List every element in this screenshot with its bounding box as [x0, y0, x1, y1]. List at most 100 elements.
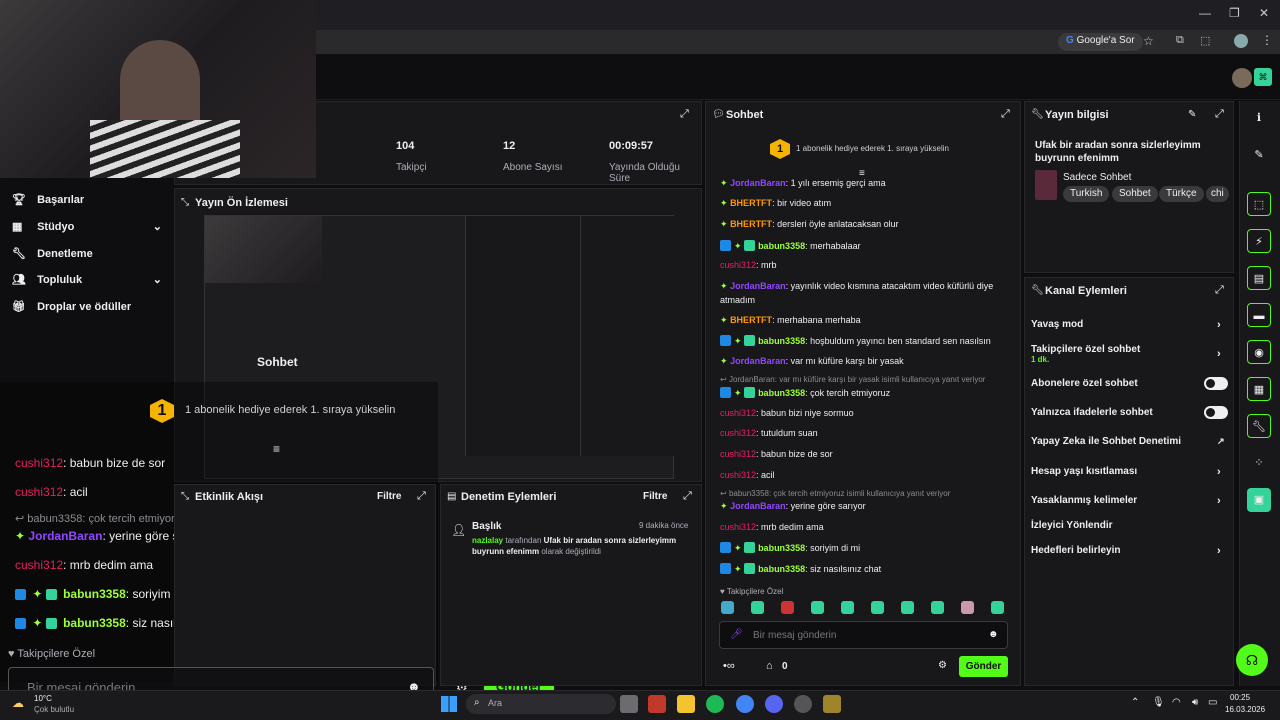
overlay-gift-banner[interactable]: 1 abonelik hediye ederek 1. sıraya yükse…: [185, 404, 395, 416]
file-explorer-icon[interactable]: [677, 695, 695, 713]
gift-banner[interactable]: 1 abonelik hediye ederek 1. sıraya yükse…: [796, 144, 949, 153]
chat-message: ✦ BHERTFT: dersleri öyle anlatacaksan ol…: [720, 219, 899, 229]
app-p-icon[interactable]: [648, 695, 666, 713]
sidebar-item-studio[interactable]: ▦ Stüdyo ⌄: [12, 220, 162, 233]
bookmark-star-icon[interactable]: ☆: [1143, 34, 1154, 48]
sidebar-item-drops[interactable]: 🎁︎ Droplar ve ödüller: [12, 300, 131, 313]
emote-icon[interactable]: [721, 601, 734, 614]
battery-icon[interactable]: ▭: [1208, 697, 1217, 708]
emote-icon[interactable]: [961, 601, 974, 614]
edit-pencil-icon[interactable]: ✎: [1247, 143, 1271, 167]
dots-icon[interactable]: ⁘: [1247, 451, 1271, 475]
moderation-filter-button[interactable]: Filtre: [643, 491, 667, 502]
followers-only-label: ♥ Takipçilere Özel: [720, 587, 784, 596]
menu-dots-icon[interactable]: ⋮: [1261, 33, 1273, 47]
gift-rank-badge: 1: [770, 139, 790, 159]
activity-filter-button[interactable]: Filtre: [377, 491, 401, 502]
close-icon[interactable]: ✕: [1259, 6, 1269, 20]
emote-icon[interactable]: [871, 601, 884, 614]
followers-only-duration: 1 dk.: [1031, 355, 1050, 364]
spotify-icon[interactable]: [706, 695, 724, 713]
emote-icon[interactable]: [841, 601, 854, 614]
app-icon[interactable]: ▣: [1247, 488, 1271, 512]
clip-icon[interactable]: ⬚: [1247, 192, 1271, 216]
channel-actions-panel: 🔧︎ Kanal Eylemleri ⤢: [1024, 277, 1234, 686]
action-banned-words[interactable]: Yasaklanmış kelimeler ›: [1031, 495, 1227, 507]
user-avatar[interactable]: [1232, 68, 1252, 88]
notes-icon[interactable]: ▤: [1247, 266, 1271, 290]
tag-chip[interactable]: Türkçe: [1159, 186, 1204, 202]
discord-icon[interactable]: [765, 695, 783, 713]
tag-chip[interactable]: Sohbet: [1112, 186, 1158, 202]
tray-chevron-icon[interactable]: ⌃: [1131, 697, 1139, 708]
popout-icon[interactable]: ⤢: [1215, 108, 1224, 121]
overlay-line: ✦ babun3358: soriyim di mi: [15, 587, 199, 601]
translate-icon[interactable]: ⧉: [1176, 34, 1184, 47]
chat-bubble-icon[interactable]: ▬: [1247, 303, 1271, 327]
emote-icon[interactable]: [991, 601, 1004, 614]
app-logo-icon[interactable]: ⌘: [1254, 68, 1272, 86]
mic-icon[interactable]: 🎤︎: [730, 629, 743, 640]
action-followers-only[interactable]: Takipçilere özel sohbet ›: [1031, 344, 1227, 360]
store-icon[interactable]: ⌂: [766, 660, 773, 672]
popout-icon[interactable]: ⤢: [683, 490, 692, 503]
followers-label: Takipçi: [396, 162, 427, 173]
emote-icon[interactable]: [781, 601, 794, 614]
action-host-viewers[interactable]: İzleyici Yönlendir: [1031, 520, 1113, 531]
windows-start-icon[interactable]: [441, 696, 457, 712]
category-name[interactable]: Sadece Sohbet: [1063, 172, 1131, 183]
popout-icon[interactable]: ⤢: [680, 108, 689, 121]
chrome-icon[interactable]: [736, 695, 754, 713]
mic-tray-icon[interactable]: 🎙︎: [1152, 697, 1165, 708]
steam-icon[interactable]: [794, 695, 812, 713]
taskbar-search[interactable]: ⌕ Ara: [466, 694, 616, 714]
edit-pencil-icon[interactable]: ✎: [1188, 109, 1196, 120]
wrench-icon[interactable]: 🔧︎: [1247, 414, 1271, 438]
clock-date[interactable]: 16.03.2026: [1225, 705, 1265, 714]
emoji-icon[interactable]: ☻: [988, 629, 999, 640]
minimize-icon[interactable]: —: [1199, 6, 1211, 20]
subscribers-only-toggle[interactable]: [1204, 377, 1228, 390]
action-account-age[interactable]: Hesap yaşı kısıtlaması ›: [1031, 466, 1227, 478]
action-slow-mode[interactable]: Yavaş mod ›: [1031, 319, 1227, 331]
game-icon[interactable]: [823, 695, 841, 713]
profile-avatar[interactable]: [1234, 34, 1248, 48]
chat-message: ✦ babun3358: merhabalaar: [720, 240, 861, 252]
volume-icon[interactable]: 🔊︎: [1192, 697, 1198, 708]
wifi-icon[interactable]: ◠: [1172, 697, 1181, 708]
settings-gear-icon[interactable]: ⚙: [938, 660, 947, 671]
emotes-only-toggle[interactable]: [1204, 406, 1228, 419]
tag-chip[interactable]: Turkish: [1063, 186, 1110, 202]
sidebar-item-achievements[interactable]: 🏆︎ Başarılar: [12, 193, 84, 206]
lightning-icon[interactable]: ⚡︎: [1247, 229, 1271, 253]
popout-icon[interactable]: ⤢: [417, 490, 426, 503]
chevron-right-icon: ›: [1217, 319, 1221, 331]
tag-chip[interactable]: chi: [1206, 186, 1229, 202]
support-headset-icon[interactable]: ☊: [1236, 644, 1268, 676]
popout-icon[interactable]: ⤢: [1001, 108, 1010, 121]
sidebar-item-community[interactable]: 👥︎ Topluluk ⌄: [12, 273, 162, 286]
chat-message: cushi312: acil: [720, 470, 775, 480]
popout-icon[interactable]: ⤢: [1215, 284, 1224, 297]
emote-icon[interactable]: [751, 601, 764, 614]
extensions-icon[interactable]: ⬚: [1200, 34, 1210, 47]
info-icon[interactable]: ℹ: [1247, 106, 1271, 130]
chat-message-input[interactable]: 🎤︎ Bir mesaj gönderin ☻: [719, 621, 1008, 649]
emote-icon[interactable]: [811, 601, 824, 614]
grid-icon[interactable]: ▦: [1247, 377, 1271, 401]
google-ask-button[interactable]: G Google'a Sor: [1058, 33, 1143, 51]
action-set-goals[interactable]: Hedefleri belirleyin ›: [1031, 545, 1227, 557]
action-ai-moderation[interactable]: Yapay Zeka ile Sohbet Denetimi ↗: [1031, 436, 1227, 447]
sidebar-item-moderation[interactable]: 🔧︎ Denetleme: [12, 247, 93, 260]
broadcast-icon[interactable]: ◉: [1247, 340, 1271, 364]
task-view-icon[interactable]: [620, 695, 638, 713]
category-thumbnail[interactable]: [1035, 170, 1057, 200]
mod-entry-text: nazlalay tarafından Ufak bir aradan sonr…: [472, 536, 677, 556]
chat-panel: 💬︎ Sohbet ⤢ 1 1 abonelik hediye ederek 1…: [705, 101, 1021, 686]
maximize-icon[interactable]: ❐: [1229, 6, 1240, 20]
emote-icon[interactable]: [901, 601, 914, 614]
clock-time[interactable]: 00:25: [1230, 693, 1250, 702]
followers-count: 104: [396, 140, 415, 152]
emote-icon[interactable]: [931, 601, 944, 614]
send-button[interactable]: Gönder: [959, 656, 1008, 677]
